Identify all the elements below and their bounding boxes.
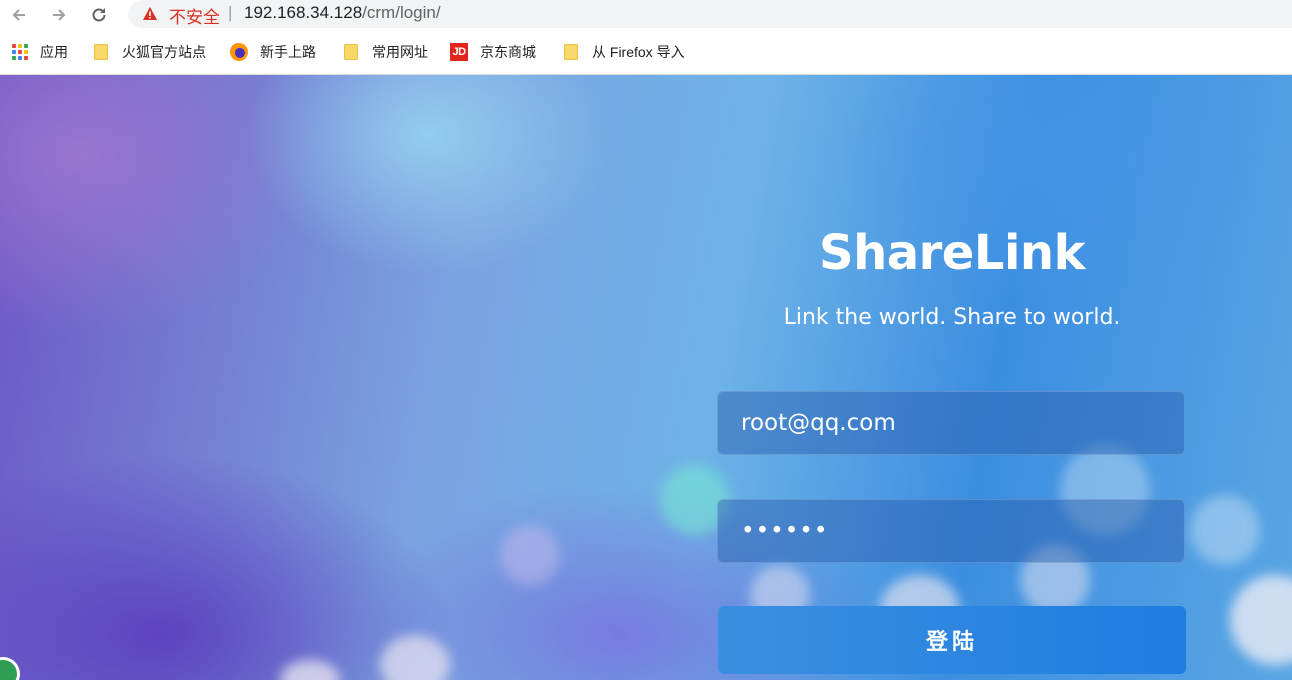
login-page: ShareLink Link the world. Share to world… xyxy=(0,75,1292,680)
bookmark-common-sites[interactable]: 常用网址 xyxy=(342,42,428,62)
password-field[interactable] xyxy=(717,499,1185,563)
bookmark-import-firefox[interactable]: 从 Firefox 导入 xyxy=(562,42,685,62)
folder-icon xyxy=(94,44,108,60)
bookmark-apps[interactable]: 应用 xyxy=(12,42,68,62)
folder-icon xyxy=(564,44,578,60)
bookmark-firefox-official[interactable]: 火狐官方站点 xyxy=(92,42,206,62)
bokeh-decoration xyxy=(1230,575,1292,665)
browser-toolbar: 不安全 | 192.168.34.128/crm/login/ xyxy=(0,0,1292,30)
bookmarks-bar: 应用 火狐官方站点 新手上路 常用网址 JD 京东商城 从 Firefox 导入 xyxy=(0,30,1292,75)
bookmark-jd[interactable]: JD 京东商城 xyxy=(450,42,536,62)
back-arrow-icon[interactable] xyxy=(6,2,32,28)
reload-icon[interactable] xyxy=(86,2,112,28)
email-field[interactable] xyxy=(717,391,1185,455)
url-text[interactable]: 192.168.34.128/crm/login/ xyxy=(244,3,441,23)
address-bar[interactable]: 不安全 | 192.168.34.128/crm/login/ xyxy=(128,0,1292,28)
forward-arrow-icon[interactable] xyxy=(46,2,72,28)
bokeh-decoration xyxy=(280,660,340,680)
corner-badge-icon xyxy=(0,657,20,680)
bookmark-label: 常用网址 xyxy=(372,44,428,60)
bookmark-label: 京东商城 xyxy=(480,44,536,60)
security-label[interactable]: 不安全 xyxy=(169,3,220,28)
app-tagline: Link the world. Share to world. xyxy=(783,305,1121,330)
login-button[interactable]: 登陆 xyxy=(718,606,1186,674)
jd-icon: JD xyxy=(450,43,468,61)
bokeh-decoration xyxy=(500,525,560,585)
bookmark-getting-started[interactable]: 新手上路 xyxy=(230,42,316,62)
apps-grid-icon xyxy=(12,44,28,60)
app-title: ShareLink xyxy=(819,225,1086,281)
bookmark-label: 火狐官方站点 xyxy=(122,44,206,60)
bokeh-decoration xyxy=(380,635,450,680)
url-path: /crm/login/ xyxy=(362,3,441,22)
firefox-icon xyxy=(230,43,248,61)
url-separator: | xyxy=(228,3,233,22)
url-host: 192.168.34.128 xyxy=(244,3,363,22)
bokeh-decoration xyxy=(1190,495,1260,565)
warning-icon xyxy=(143,7,157,20)
bookmark-label: 从 Firefox 导入 xyxy=(592,44,685,60)
bookmark-label: 新手上路 xyxy=(260,44,316,60)
bookmark-label: 应用 xyxy=(40,44,68,60)
folder-icon xyxy=(344,44,358,60)
